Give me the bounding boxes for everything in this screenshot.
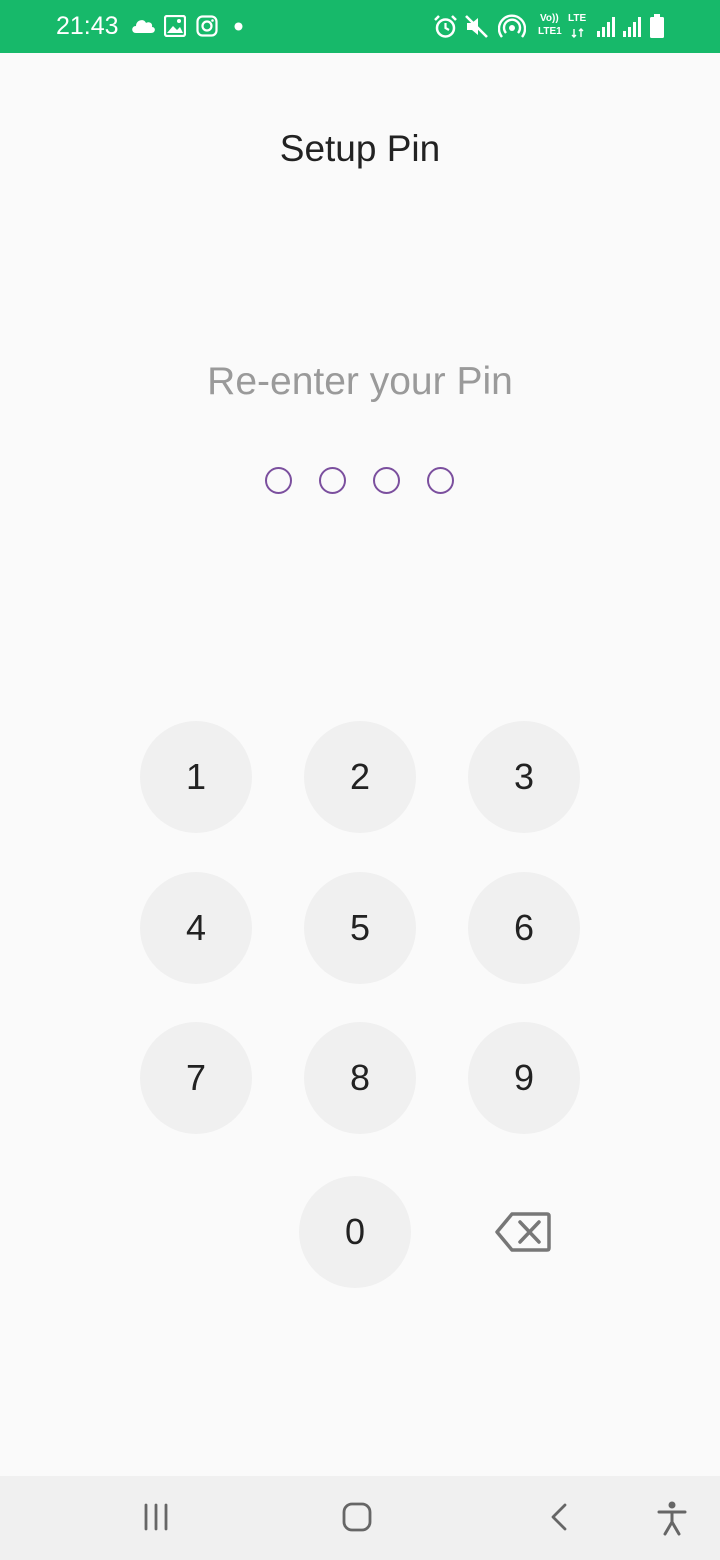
- key-1[interactable]: 1: [140, 721, 252, 833]
- battery-icon: [650, 14, 664, 38]
- key-7[interactable]: 7: [140, 1022, 252, 1134]
- status-time: 21:43: [56, 12, 119, 40]
- key-6[interactable]: 6: [468, 872, 580, 984]
- status-bar: 21:43 Vo)) LTE1 LTE: [0, 0, 720, 53]
- key-3[interactable]: 3: [468, 721, 580, 833]
- pin-dot: [265, 467, 292, 494]
- page-title: Setup Pin: [279, 128, 441, 169]
- signal-icon: [623, 17, 641, 37]
- key-8[interactable]: 8: [304, 1022, 416, 1134]
- volte-lte-icon: Vo)) LTE1 LTE: [538, 13, 592, 41]
- pin-dot: [427, 467, 454, 494]
- key-2[interactable]: 2: [304, 721, 416, 833]
- alarm-icon: [434, 15, 457, 38]
- key-0[interactable]: 0: [299, 1176, 411, 1288]
- instagram-icon: [196, 15, 218, 37]
- accessibility-icon[interactable]: [656, 1500, 688, 1536]
- volte-label: Vo)): [540, 13, 559, 24]
- navigation-bar: [0, 1476, 720, 1560]
- pin-dot: [319, 467, 346, 494]
- notification-dot-icon: [234, 22, 243, 31]
- back-icon[interactable]: [546, 1502, 572, 1532]
- key-9[interactable]: 9: [468, 1022, 580, 1134]
- cloud-icon: [132, 20, 155, 33]
- recents-icon[interactable]: [140, 1503, 172, 1531]
- lte-label: LTE: [568, 13, 587, 24]
- hotspot-icon: [498, 14, 526, 38]
- lte1-label: LTE1: [538, 26, 562, 37]
- pin-dot: [373, 467, 400, 494]
- key-5[interactable]: 5: [304, 872, 416, 984]
- data-arrows-icon: [571, 28, 584, 38]
- home-icon[interactable]: [341, 1501, 373, 1533]
- pin-prompt: Re-enter your Pin: [207, 360, 513, 403]
- gallery-icon: [164, 15, 186, 37]
- signal-icon: [597, 17, 615, 37]
- key-4[interactable]: 4: [140, 872, 252, 984]
- backspace-icon[interactable]: [494, 1210, 552, 1254]
- mute-icon: [465, 15, 488, 38]
